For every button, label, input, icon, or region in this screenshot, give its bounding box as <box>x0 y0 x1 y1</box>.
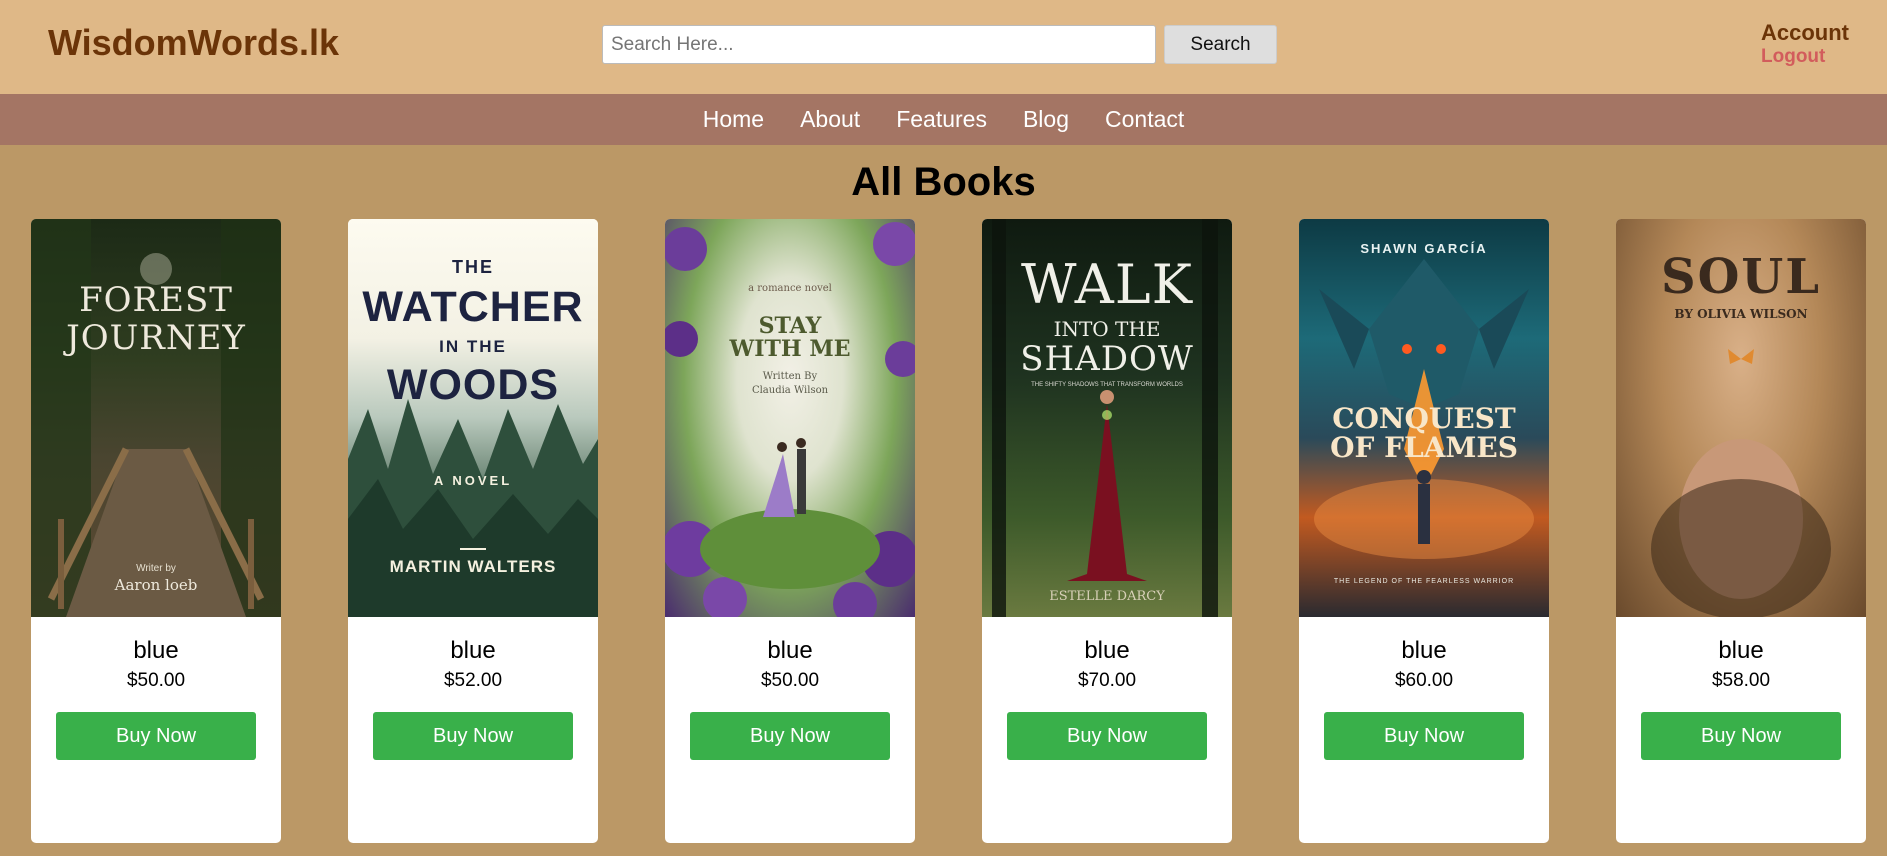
nav-features[interactable]: Features <box>896 106 987 133</box>
nav-blog[interactable]: Blog <box>1023 106 1069 133</box>
book-cover-image[interactable]: SOUL BY OLIVIA WILSON <box>1616 219 1866 617</box>
logout-link[interactable]: Logout <box>1761 46 1849 68</box>
cover-author: SHAWN GARCÍA <box>1360 241 1488 256</box>
book-cover-image[interactable]: a romance novel STAY WITH ME Written By … <box>665 219 915 617</box>
cover-title: FOREST JOURNEY <box>66 280 246 358</box>
cover-title-line: INTO THE <box>1053 317 1161 341</box>
cover-title-line: WATCHER <box>362 283 584 331</box>
book-price: $52.00 <box>443 670 503 691</box>
cover-title-line: THE <box>452 257 494 277</box>
book-cover-image[interactable]: FOREST JOURNEY Writer by Aaron loeb <box>31 219 281 617</box>
book-price: $60.00 <box>1394 670 1454 691</box>
cover-author-label: Writer by <box>136 563 176 574</box>
book-card: SOUL BY OLIVIA WILSON blue $58.00 Buy No… <box>1616 219 1866 843</box>
book-cover-image[interactable]: SHAWN GARCÍA CONQUEST OF FLAMES THE LEGE… <box>1299 219 1549 617</box>
search-input[interactable] <box>602 25 1156 64</box>
site-logo[interactable]: WisdomWords.lk <box>48 22 339 64</box>
book-card: THE WATCHER IN THE WOODS A NOVEL MARTIN … <box>348 219 598 843</box>
buy-now-button[interactable]: Buy Now <box>1641 712 1841 760</box>
buy-now-button[interactable]: Buy Now <box>373 712 573 760</box>
cover-tagline: THE LEGEND OF THE FEARLESS WARRIOR <box>1333 578 1515 585</box>
cover-author-label: Written By <box>762 371 818 382</box>
nav-home[interactable]: Home <box>703 106 764 133</box>
account-link[interactable]: Account <box>1761 20 1849 46</box>
cover-title-line: SHADOW <box>1020 339 1194 379</box>
buy-now-button[interactable]: Buy Now <box>690 712 890 760</box>
nav-about[interactable]: About <box>800 106 860 133</box>
forest-bridge-art <box>31 219 281 617</box>
search-button[interactable]: Search <box>1164 25 1277 64</box>
book-name: blue <box>450 637 496 664</box>
floral-couple-art <box>665 222 915 617</box>
cover-title: STAY WITH ME <box>729 313 851 362</box>
cover-author: Aaron loeb <box>114 576 198 594</box>
book-name: blue <box>1401 637 1447 664</box>
cover-author: BY OLIVIA WILSON <box>1674 307 1808 321</box>
account-menu: Account Logout <box>1761 20 1849 68</box>
book-price: $50.00 <box>760 670 820 691</box>
cover-tagline: A NOVEL <box>433 473 513 488</box>
cover-author: ESTELLE DARCY <box>1049 589 1165 604</box>
book-cover-image[interactable]: WALK INTO THE SHADOW THE SHIFTY SHADOWS … <box>982 219 1232 617</box>
cover-tagline: a romance novel <box>748 283 832 294</box>
cover-title: CONQUEST OF FLAMES <box>1330 402 1518 464</box>
main-nav: Home About Features Blog Contact <box>0 94 1887 145</box>
site-header: WisdomWords.lk Search Account Logout <box>0 0 1887 94</box>
cover-title-line: WOODS <box>386 361 560 409</box>
cover-title-line: WALK <box>1020 253 1193 316</box>
cover-author: MARTIN WALTERS <box>389 557 557 576</box>
cover-title-line: IN THE <box>439 337 507 356</box>
nav-contact[interactable]: Contact <box>1105 106 1184 133</box>
cover-tagline: THE SHIFTY SHADOWS THAT TRANSFORM WORLDS <box>1031 382 1183 388</box>
cover-author: Claudia Wilson <box>751 385 829 396</box>
buy-now-button[interactable]: Buy Now <box>1324 712 1524 760</box>
book-name: blue <box>1084 637 1130 664</box>
cover-title: SOUL <box>1660 249 1822 305</box>
buy-now-button[interactable]: Buy Now <box>1007 712 1207 760</box>
book-price: $50.00 <box>126 670 186 691</box>
book-price: $70.00 <box>1077 670 1137 691</box>
book-card: FOREST JOURNEY Writer by Aaron loeb blue… <box>31 219 281 843</box>
buy-now-button[interactable]: Buy Now <box>56 712 256 760</box>
book-price: $58.00 <box>1711 670 1771 691</box>
book-name: blue <box>1718 637 1764 664</box>
book-card: WALK INTO THE SHADOW THE SHIFTY SHADOWS … <box>982 219 1232 843</box>
book-name: blue <box>133 637 179 664</box>
book-card: SHAWN GARCÍA CONQUEST OF FLAMES THE LEGE… <box>1299 219 1549 843</box>
page-title: All Books <box>851 160 1036 204</box>
book-card: a romance novel STAY WITH ME Written By … <box>665 219 915 843</box>
book-cover-image[interactable]: THE WATCHER IN THE WOODS A NOVEL MARTIN … <box>348 219 598 617</box>
book-name: blue <box>767 637 813 664</box>
